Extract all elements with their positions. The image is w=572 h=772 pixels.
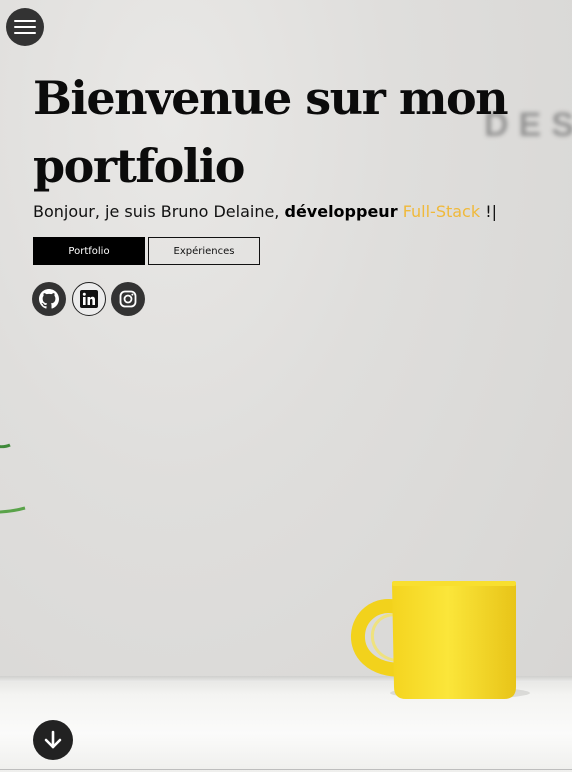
instagram-link[interactable]: [111, 282, 145, 316]
linkedin-icon: [80, 290, 98, 308]
yellow-mug-image: [351, 581, 530, 699]
typing-cursor: |: [491, 202, 498, 221]
page-title: Bienvenue sur mon portfolio: [33, 71, 509, 193]
hamburger-menu-icon: [14, 20, 36, 34]
intro-text: Bonjour, je suis Bruno Delaine,: [33, 202, 285, 221]
intro-subtitle: Bonjour, je suis Bruno Delaine, développ…: [33, 202, 553, 221]
linkedin-link[interactable]: [72, 282, 106, 316]
experiences-button[interactable]: Expériences: [148, 237, 260, 265]
menu-button[interactable]: [6, 8, 44, 46]
scroll-down-button[interactable]: [33, 720, 73, 760]
instagram-icon: [119, 290, 137, 308]
role-text: développeur: [284, 202, 398, 221]
suffix-text: !: [480, 202, 492, 221]
arrow-down-icon: [44, 730, 62, 749]
stack-text: Full-Stack: [402, 202, 481, 221]
plant-leaves-decoration: [0, 443, 26, 514]
github-icon: [39, 289, 59, 309]
portfolio-button[interactable]: Portfolio: [33, 237, 145, 265]
github-link[interactable]: [32, 282, 66, 316]
bottom-divider: [0, 769, 572, 770]
